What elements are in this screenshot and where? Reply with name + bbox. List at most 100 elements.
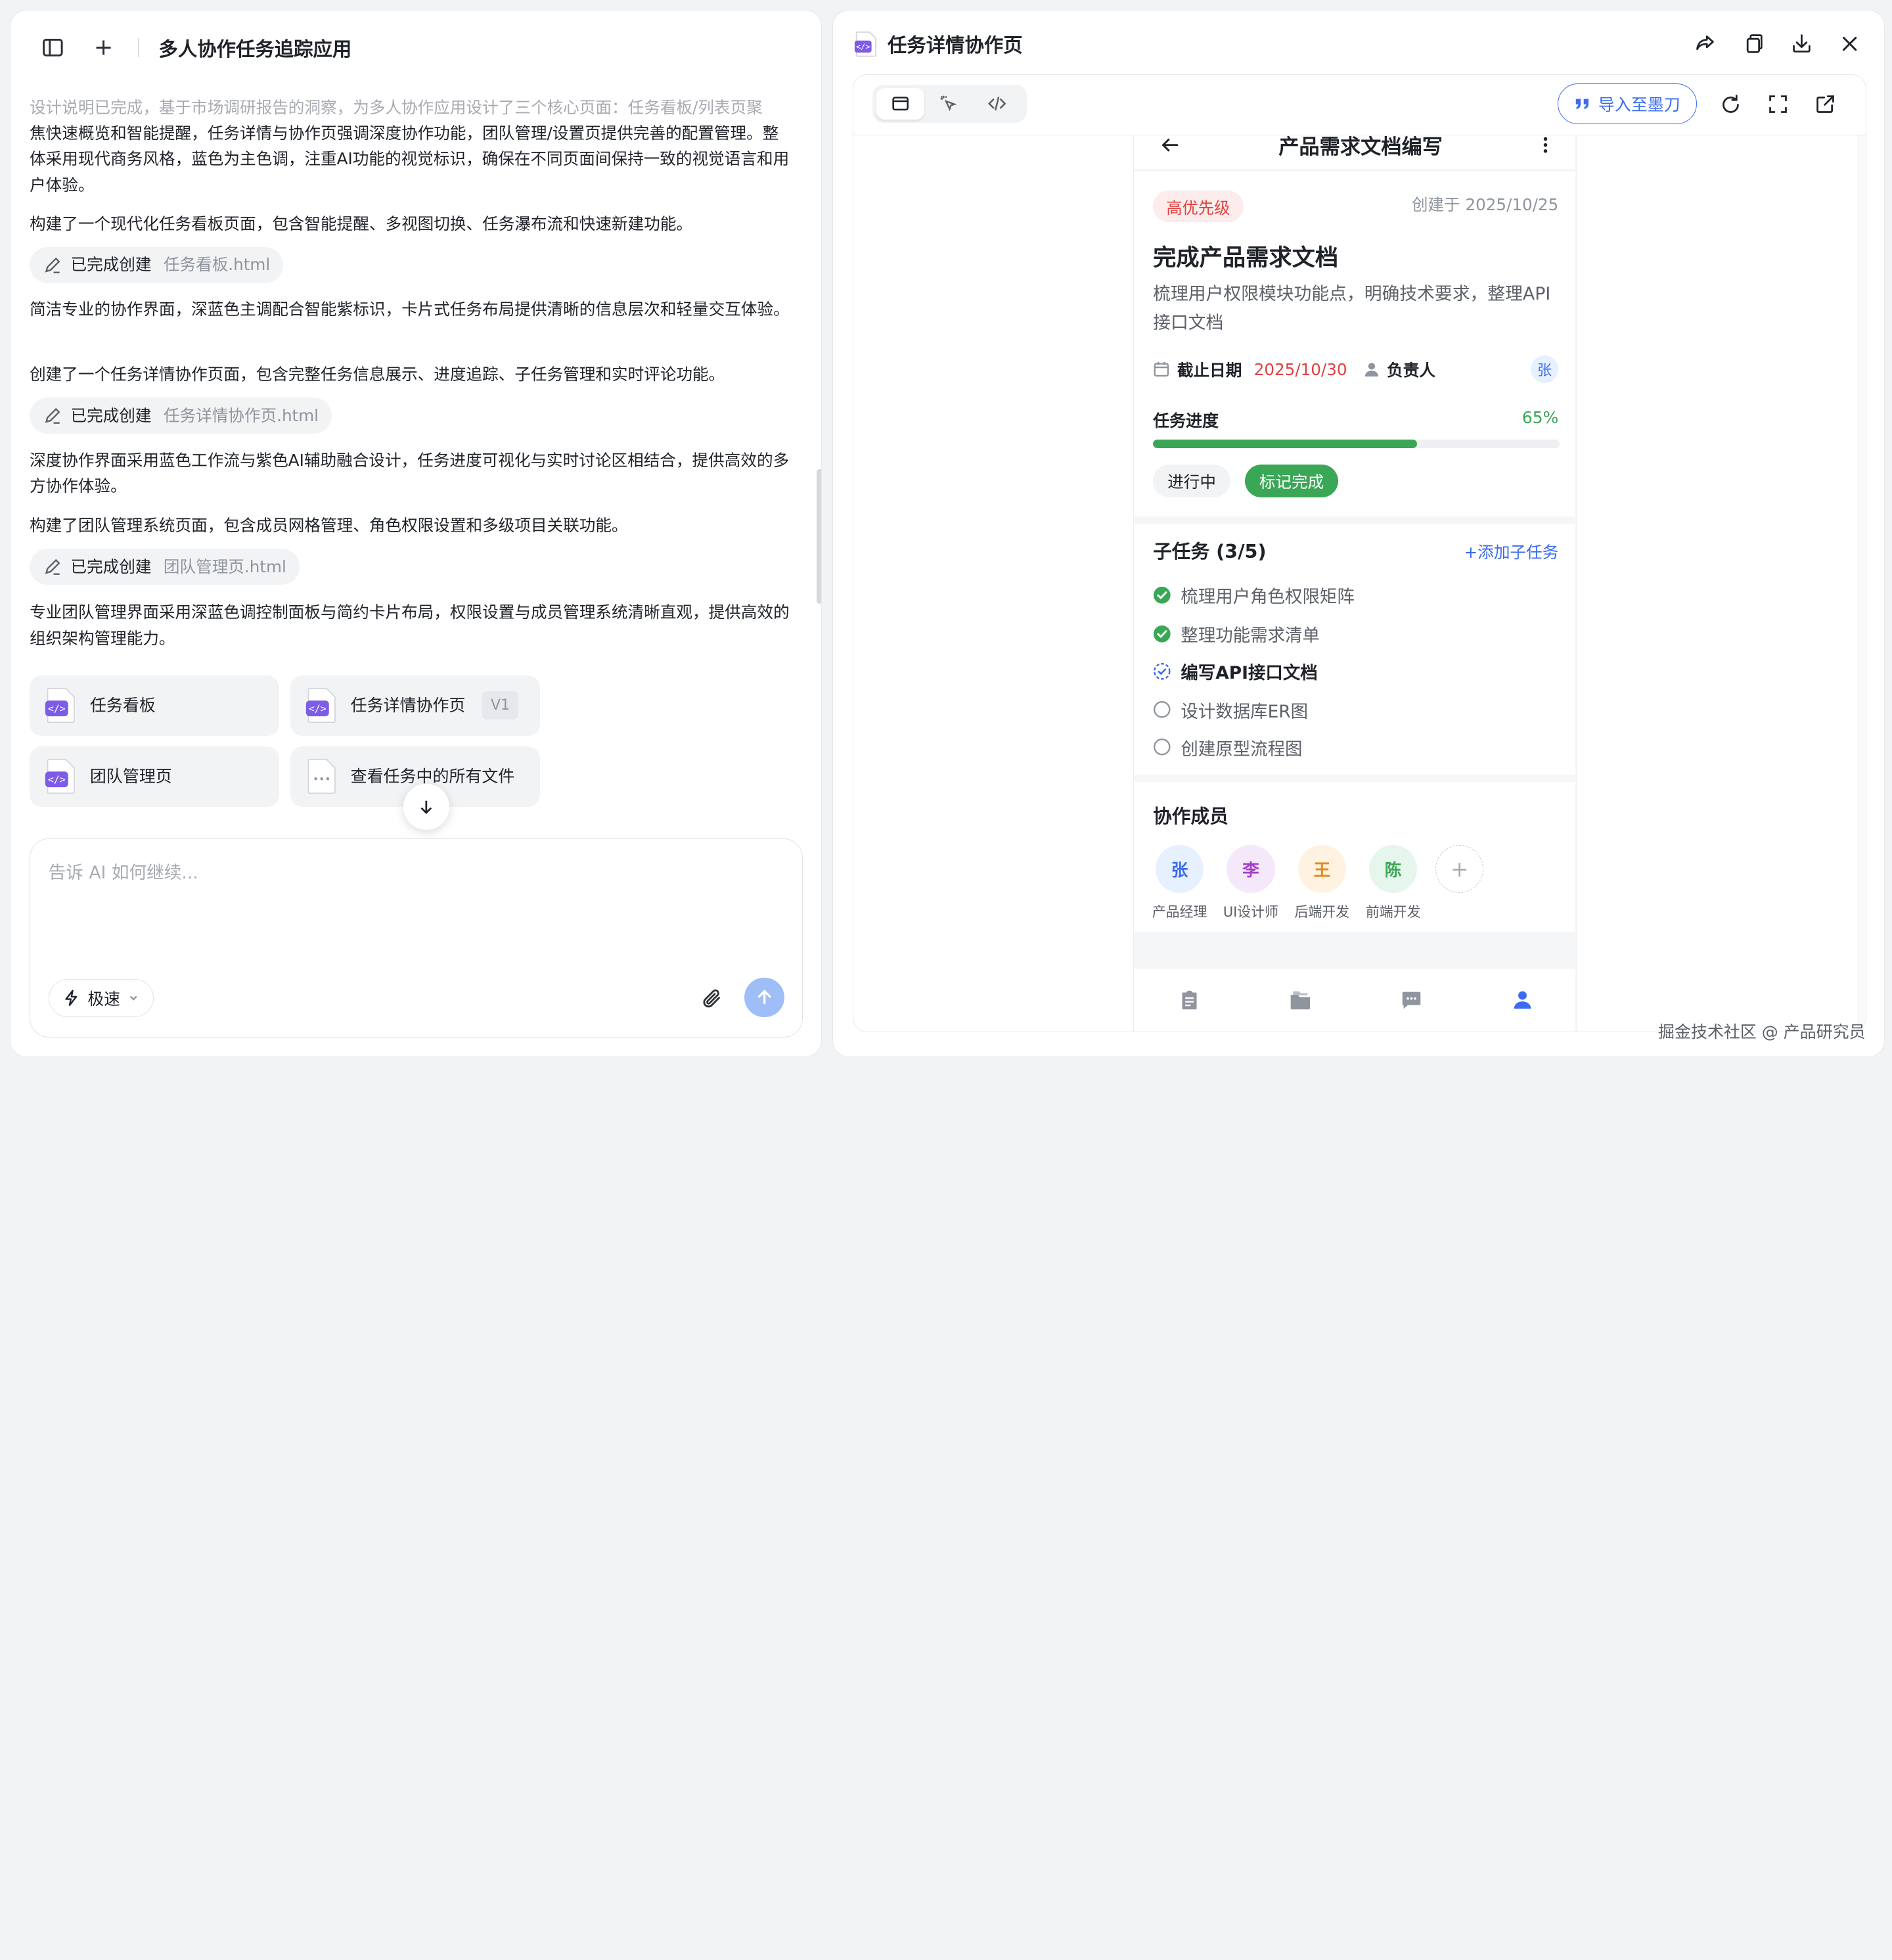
subtask-item[interactable]: 创建原型流程图 xyxy=(1153,733,1302,762)
progress-value: 65% xyxy=(1521,407,1559,427)
lightning-icon xyxy=(62,989,81,1007)
subtask-text: 编写API接口文档 xyxy=(1181,662,1318,683)
user-icon xyxy=(1364,361,1380,377)
file-created-pill[interactable]: 已完成创建 任务看板.html xyxy=(30,246,284,283)
svg-text:</>: </> xyxy=(309,704,327,715)
preview-scrollbar[interactable] xyxy=(1858,135,1866,1032)
pill-label: 已完成创建 xyxy=(70,255,152,275)
member-role: 产品经理 xyxy=(1152,904,1207,921)
download-icon[interactable] xyxy=(1789,31,1814,57)
preview-actions xyxy=(1692,31,1862,57)
priority-badge: 高优先级 xyxy=(1153,191,1244,223)
preview-title: 任务详情协作页 xyxy=(887,34,1023,57)
refresh-icon[interactable] xyxy=(1719,92,1744,118)
chat-messages: 设计说明已完成，基于市场调研报告的洞察，为多人协作应用设计了三个核心页面：任务看… xyxy=(30,95,790,819)
phone-header: 产品需求文档编写 xyxy=(1133,135,1576,170)
subtask-text: 创建原型流程图 xyxy=(1181,739,1303,760)
empty-circle-icon[interactable] xyxy=(1153,738,1171,756)
members-title: 协作成员 xyxy=(1153,804,1228,827)
chat-text: 构建了团队管理系统页面，包含成员网格管理、角色权限设置和多级项目关联功能。 xyxy=(30,515,628,535)
pointer-edit-icon[interactable] xyxy=(924,88,972,120)
add-subtask-link[interactable]: +添加子任务 xyxy=(1464,539,1559,563)
edit-icon xyxy=(43,406,62,425)
member-avatar: 陈 xyxy=(1368,844,1418,894)
preview-mode-icon[interactable] xyxy=(876,88,925,120)
subtask-item[interactable]: 梳理用户角色权限矩阵 xyxy=(1153,581,1355,610)
chevron-down-icon xyxy=(127,992,139,1004)
close-icon[interactable] xyxy=(1837,31,1862,57)
speed-mode-select[interactable]: 极速 xyxy=(48,978,154,1018)
in-progress-circle-icon[interactable] xyxy=(1153,662,1171,681)
check-circle-icon[interactable] xyxy=(1153,625,1171,643)
member-item[interactable]: 张 产品经理 xyxy=(1143,844,1215,921)
empty-circle-icon[interactable] xyxy=(1153,700,1171,719)
owner-avatar[interactable]: 张 xyxy=(1531,355,1559,384)
html-file-icon: </> xyxy=(305,687,338,723)
file-card-team[interactable]: </> 团队管理页 xyxy=(30,746,280,807)
created-date: 创建于 2025/10/25 xyxy=(1411,195,1559,215)
watermark: 掘金技术社区 @ 产品研究员 xyxy=(1658,1022,1866,1041)
chat-scrollbar[interactable] xyxy=(816,468,821,604)
status-tag[interactable]: 进行中 xyxy=(1153,465,1231,497)
member-item[interactable]: 王 后端开发 xyxy=(1286,844,1358,921)
html-file-icon: </> xyxy=(854,31,878,57)
subtask-item[interactable]: 设计数据库ER图 xyxy=(1153,695,1308,724)
progress-fill xyxy=(1153,439,1418,448)
new-chat-icon[interactable] xyxy=(90,34,116,60)
phone-preview: 产品需求文档编写 高优先级 创建于 2025/10/25 完成产品需求文档 梳理… xyxy=(1133,135,1577,1032)
file-created-pill[interactable]: 已完成创建 团队管理页.html xyxy=(30,548,300,585)
import-to-modao-button[interactable]: 导入至墨刀 xyxy=(1558,83,1697,125)
task-description: 梳理用户权限模块功能点，明确技术要求，整理API接口文档 xyxy=(1153,284,1551,334)
attach-icon[interactable] xyxy=(699,985,725,1011)
quote-icon xyxy=(1574,95,1591,112)
chat-text: 简洁专业的协作界面，深蓝色主调配合智能紫标识，卡片式任务布局提供清晰的信息层次和… xyxy=(30,299,790,319)
code-icon[interactable] xyxy=(972,88,1020,120)
fullscreen-icon[interactable] xyxy=(1765,92,1791,118)
mark-complete-button[interactable]: 标记完成 xyxy=(1244,465,1339,497)
file-card-task-detail[interactable]: </> 任务详情协作页 V1 xyxy=(290,675,540,736)
phone-header-title: 产品需求文档编写 xyxy=(1278,135,1443,160)
import-label: 导入至墨刀 xyxy=(1598,95,1680,115)
members-card: 协作成员 张 产品经理 李 UI设计师 王 后端开发 陈 前端开发 + xyxy=(1133,782,1576,932)
pill-filename: 任务详情协作页.html xyxy=(163,405,319,425)
chat-text: 构建了一个现代化任务看板页面，包含智能提醒、多视图切换、任务瀑布流和快速新建功能… xyxy=(30,214,693,233)
sidebar-toggle-icon[interactable] xyxy=(39,34,66,60)
subtasks-card: 子任务 (3/5) +添加子任务 梳理用户角色权限矩阵 整理功能需求清单 编写A… xyxy=(1133,524,1576,775)
member-role: 后端开发 xyxy=(1294,904,1350,921)
owner-label: 负责人 xyxy=(1387,361,1435,380)
svg-text:</>: </> xyxy=(48,704,66,715)
member-item[interactable]: 陈 前端开发 xyxy=(1357,844,1430,921)
member-item[interactable]: 李 UI设计师 xyxy=(1215,844,1287,921)
file-created-pill[interactable]: 已完成创建 任务详情协作页.html xyxy=(30,398,332,434)
scroll-down-icon[interactable] xyxy=(403,784,450,830)
task-info-card: 高优先级 创建于 2025/10/25 完成产品需求文档 梳理用户权限模块功能点… xyxy=(1133,171,1576,517)
speed-mode-label: 极速 xyxy=(87,990,120,1009)
member-role: UI设计师 xyxy=(1223,904,1279,921)
member-avatar: 张 xyxy=(1155,844,1204,894)
task-meta: 截止日期 2025/10/30 负责人 张 xyxy=(1153,355,1559,384)
tab-tasks-icon[interactable] xyxy=(1177,988,1202,1013)
due-date: 2025/10/30 xyxy=(1253,359,1347,379)
subtask-item[interactable]: 编写API接口文档 xyxy=(1153,656,1318,685)
progress-label: 任务进度 xyxy=(1153,411,1219,430)
add-member-button[interactable]: + xyxy=(1435,844,1484,894)
tab-projects-icon[interactable] xyxy=(1288,988,1313,1013)
tab-profile-icon[interactable] xyxy=(1510,988,1535,1013)
chat-text: 专业团队管理界面采用深蓝色调控制面板与简约卡片布局，权限设置与成员管理系统清晰直… xyxy=(30,602,790,648)
copy-icon[interactable] xyxy=(1740,31,1766,57)
check-circle-icon[interactable] xyxy=(1153,586,1171,604)
chat-text: 设计说明已完成，基于市场调研报告的洞察，为多人协作应用设计了三个核心页面：任务看… xyxy=(30,98,763,118)
open-external-icon[interactable] xyxy=(1813,92,1838,118)
member-role: 前端开发 xyxy=(1365,904,1421,921)
tab-messages-icon[interactable] xyxy=(1399,988,1424,1013)
back-arrow-icon[interactable] xyxy=(1160,135,1179,154)
subtask-item[interactable]: 整理功能需求清单 xyxy=(1153,619,1320,648)
share-icon[interactable] xyxy=(1692,31,1718,57)
file-card-task-board[interactable]: </> 任务看板 xyxy=(30,675,280,736)
edit-icon xyxy=(43,557,62,576)
more-vertical-icon[interactable] xyxy=(1542,135,1549,154)
file-card-label: 团队管理页 xyxy=(89,767,172,786)
send-button[interactable] xyxy=(744,977,784,1018)
prompt-input[interactable]: 告诉 AI 如何继续... 极速 xyxy=(30,838,803,1037)
subtask-text: 整理功能需求清单 xyxy=(1181,625,1320,646)
